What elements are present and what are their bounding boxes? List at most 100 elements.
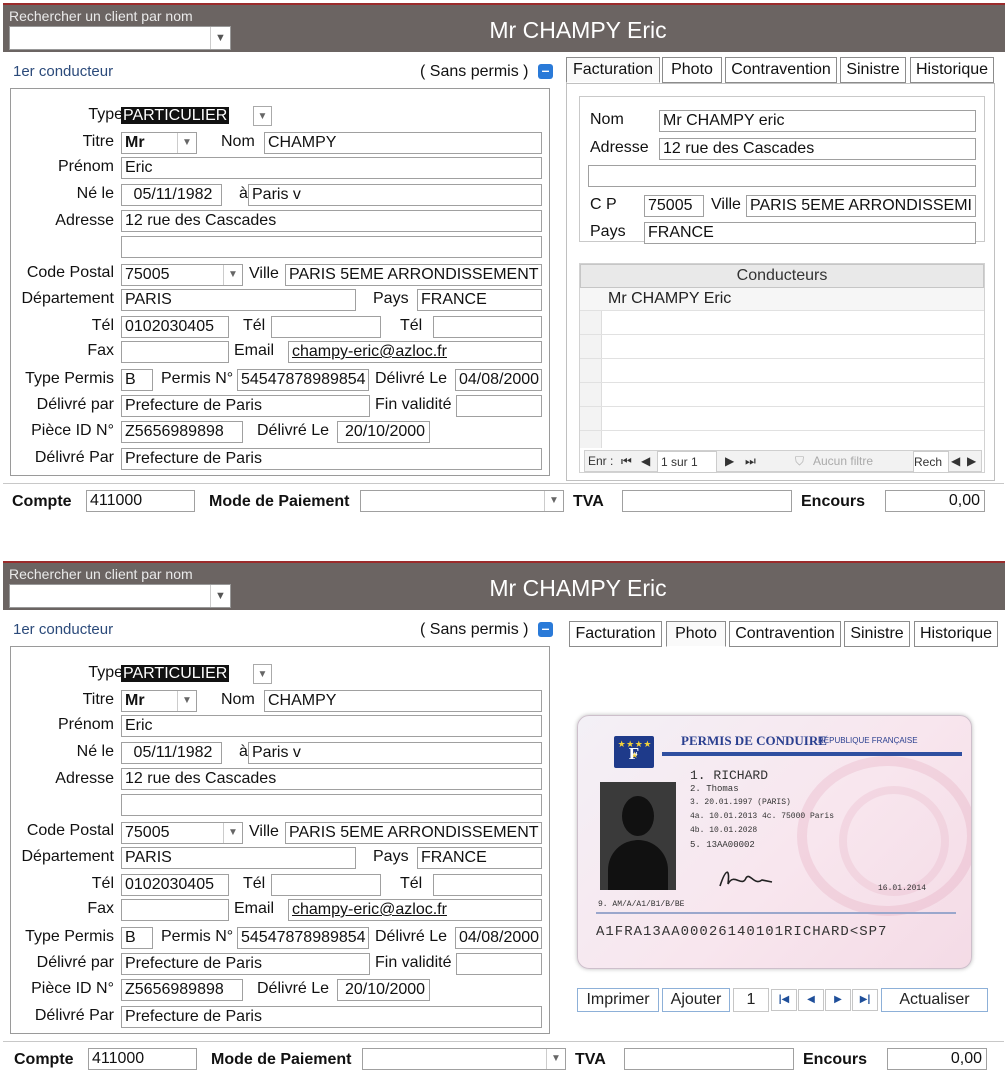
- first-record-icon[interactable]: ⏮: [621, 451, 632, 471]
- empty-row[interactable]: [580, 360, 984, 383]
- search-record-field[interactable]: Rech: [913, 451, 949, 473]
- actualiser-button[interactable]: Actualiser: [881, 988, 988, 1012]
- tab-contravention[interactable]: Contravention: [725, 57, 837, 83]
- compte-field[interactable]: 411000: [88, 1048, 197, 1070]
- fact-cp-field[interactable]: 75005: [644, 195, 704, 217]
- code-postal-select[interactable]: 75005 ▼: [121, 264, 243, 286]
- chevron-down-icon[interactable]: ▼: [253, 664, 272, 684]
- chevron-down-icon[interactable]: ▼: [177, 691, 196, 711]
- first-page-icon[interactable]: |◀: [771, 989, 797, 1011]
- permis-delivre-le-field[interactable]: 04/08/2000: [455, 369, 542, 391]
- titre-select[interactable]: Mr ▼: [121, 132, 197, 154]
- fact-pays-field[interactable]: FRANCE: [644, 222, 976, 244]
- tel-field-2[interactable]: [271, 874, 381, 896]
- chevron-down-icon[interactable]: ▼: [210, 27, 230, 49]
- empty-row[interactable]: [580, 336, 984, 359]
- tab-contravention[interactable]: Contravention: [729, 621, 841, 647]
- prenom-field[interactable]: Eric: [121, 715, 542, 737]
- fact-adresse-field-1[interactable]: 12 rue des Cascades: [659, 138, 976, 160]
- tel-field-2[interactable]: [271, 316, 381, 338]
- prenom-field[interactable]: Eric: [121, 157, 542, 179]
- permis-no-field[interactable]: 54547878989854: [237, 927, 369, 949]
- mode-paiement-select[interactable]: ▼: [362, 1048, 566, 1070]
- filter-icon[interactable]: ⛉: [795, 451, 804, 471]
- type-permis-field[interactable]: B: [121, 927, 153, 949]
- page-number-field[interactable]: 1: [733, 988, 769, 1012]
- piece-delivre-le-field[interactable]: 20/10/2000: [337, 421, 430, 443]
- nom-field[interactable]: CHAMPY: [264, 132, 542, 154]
- piece-delivre-par-field[interactable]: Prefecture de Paris: [121, 448, 542, 470]
- adresse-field-1[interactable]: 12 rue des Cascades: [121, 210, 542, 232]
- fin-validite-field[interactable]: [456, 953, 542, 975]
- conducteur-row[interactable]: Mr CHAMPY Eric: [580, 288, 984, 311]
- titre-select[interactable]: Mr ▼: [121, 690, 197, 712]
- adresse-field-1[interactable]: 12 rue des Cascades: [121, 768, 542, 790]
- fact-nom-field[interactable]: Mr CHAMPY eric: [659, 110, 976, 132]
- permis-delivre-par-field[interactable]: Prefecture de Paris: [121, 953, 370, 975]
- chevron-down-icon[interactable]: ▼: [546, 1049, 565, 1069]
- encours-field[interactable]: 0,00: [887, 1048, 987, 1070]
- lieu-naissance-field[interactable]: Paris v: [248, 742, 542, 764]
- chevron-down-icon[interactable]: ▼: [253, 106, 272, 126]
- next-page-icon[interactable]: ▶: [825, 989, 851, 1011]
- piece-id-field[interactable]: Z5656989898: [121, 979, 243, 1001]
- tab-historique[interactable]: Historique: [910, 57, 994, 83]
- compte-field[interactable]: 411000: [86, 490, 195, 512]
- adresse-field-2[interactable]: [121, 794, 542, 816]
- pays-field[interactable]: FRANCE: [417, 847, 542, 869]
- permis-delivre-par-field[interactable]: Prefecture de Paris: [121, 395, 370, 417]
- tab-facturation[interactable]: Facturation: [566, 57, 660, 83]
- prev-page-icon[interactable]: ◀: [798, 989, 824, 1011]
- last-record-icon[interactable]: ⏭: [745, 451, 756, 471]
- chevron-down-icon[interactable]: ▼: [544, 491, 563, 511]
- type-permis-field[interactable]: B: [121, 369, 153, 391]
- departement-field[interactable]: PARIS: [121, 847, 356, 869]
- nom-field[interactable]: CHAMPY: [264, 690, 542, 712]
- chevron-down-icon[interactable]: ▼: [223, 265, 242, 285]
- tva-field[interactable]: [624, 1048, 794, 1070]
- mode-paiement-select[interactable]: ▼: [360, 490, 564, 512]
- lieu-naissance-field[interactable]: Paris v: [248, 184, 542, 206]
- chevron-down-icon[interactable]: ▼: [177, 133, 196, 153]
- next-record-icon[interactable]: ▶: [725, 451, 734, 471]
- collapse-icon[interactable]: –: [538, 63, 553, 79]
- client-search-combobox[interactable]: ▼: [9, 584, 231, 608]
- email-field[interactable]: champy-eric@azloc.fr: [288, 899, 542, 921]
- date-naissance-field[interactable]: 05/11/1982: [121, 742, 222, 764]
- tab-photo[interactable]: Photo: [666, 621, 726, 647]
- scroll-right-icon[interactable]: ▶: [967, 451, 976, 471]
- collapse-icon[interactable]: –: [538, 621, 553, 637]
- piece-delivre-le-field[interactable]: 20/10/2000: [337, 979, 430, 1001]
- tab-historique[interactable]: Historique: [914, 621, 998, 647]
- last-page-icon[interactable]: ▶|: [852, 989, 878, 1011]
- prev-record-icon[interactable]: ◀: [641, 451, 650, 471]
- imprimer-button[interactable]: Imprimer: [577, 988, 659, 1012]
- fact-adresse-field-2[interactable]: [588, 165, 976, 187]
- encours-field[interactable]: 0,00: [885, 490, 985, 512]
- empty-row[interactable]: [580, 384, 984, 407]
- tel-field-3[interactable]: [433, 874, 542, 896]
- fax-field[interactable]: [121, 899, 229, 921]
- type-select[interactable]: PARTICULIER ▼: [121, 106, 272, 128]
- client-search-combobox[interactable]: ▼: [9, 26, 231, 50]
- ville-field[interactable]: PARIS 5EME ARRONDISSEMENT: [285, 264, 542, 286]
- tab-photo[interactable]: Photo: [662, 57, 722, 83]
- record-position[interactable]: 1 sur 1: [657, 451, 717, 473]
- fax-field[interactable]: [121, 341, 229, 363]
- tva-field[interactable]: [622, 490, 792, 512]
- adresse-field-2[interactable]: [121, 236, 542, 258]
- scroll-left-icon[interactable]: ◀: [951, 451, 960, 471]
- departement-field[interactable]: PARIS: [121, 289, 356, 311]
- ville-field[interactable]: PARIS 5EME ARRONDISSEMENT: [285, 822, 542, 844]
- type-select[interactable]: PARTICULIER ▼: [121, 664, 272, 686]
- tel-field-1[interactable]: 0102030405: [121, 874, 229, 896]
- tel-field-3[interactable]: [433, 316, 542, 338]
- permis-no-field[interactable]: 54547878989854: [237, 369, 369, 391]
- date-naissance-field[interactable]: 05/11/1982: [121, 184, 222, 206]
- fact-ville-field[interactable]: PARIS 5EME ARRONDISSEMI: [746, 195, 976, 217]
- permis-delivre-le-field[interactable]: 04/08/2000: [455, 927, 542, 949]
- ajouter-button[interactable]: Ajouter: [662, 988, 730, 1012]
- chevron-down-icon[interactable]: ▼: [210, 585, 230, 607]
- tab-sinistre[interactable]: Sinistre: [844, 621, 910, 647]
- email-field[interactable]: champy-eric@azloc.fr: [288, 341, 542, 363]
